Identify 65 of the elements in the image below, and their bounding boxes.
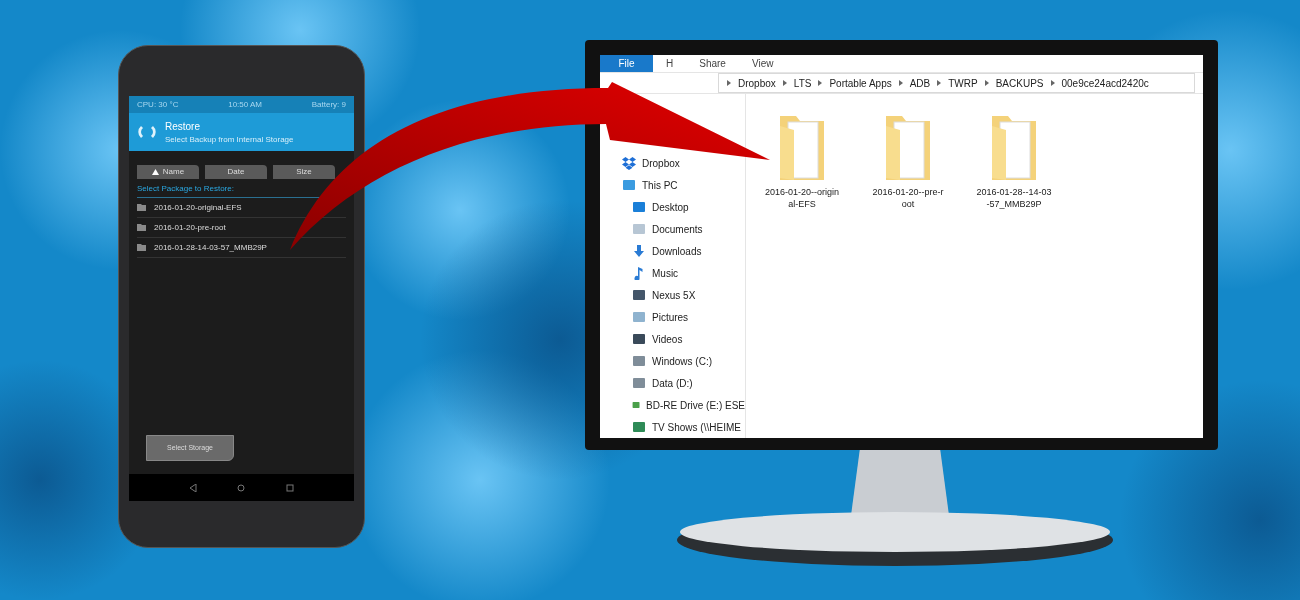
nav-item[interactable]: Dropbox (600, 152, 745, 174)
nav-item[interactable]: Desktop (600, 196, 745, 218)
package-name: 2016-01-28-14-03-57_MMB29P (154, 241, 267, 254)
nav-item[interactable]: Music (600, 262, 745, 284)
address-bar[interactable]: Dropbox LTS Portable Apps ADB TWRP BACKUPS 00e9ce24acd2420c (718, 73, 1195, 93)
status-text: 10:50 AM (228, 98, 262, 111)
ribbon-tab[interactable]: H (653, 55, 687, 72)
breadcrumb-item[interactable]: Dropbox (738, 75, 776, 91)
folder-icon (137, 224, 146, 231)
music-note-icon (632, 266, 646, 280)
nav-item[interactable]: TV Shows (\\HEIME (600, 416, 745, 438)
drive-icon (632, 354, 646, 368)
header-subtitle: Select Backup from Internal Storage (165, 133, 294, 146)
ribbon-tab[interactable]: View (738, 55, 787, 72)
drive-icon (622, 178, 636, 192)
recents-icon[interactable] (285, 483, 294, 492)
drive-icon (632, 376, 646, 390)
breadcrumb-item[interactable]: 00e9ce24acd2420c (1061, 75, 1149, 91)
drive-icon (632, 420, 646, 434)
status-text: Battery: 9 (311, 98, 346, 111)
breadcrumb-item[interactable]: LTS (793, 75, 812, 91)
sort-triangle-icon (151, 169, 159, 175)
folder-icon (137, 204, 146, 211)
breadcrumb-item[interactable]: ADB (909, 75, 931, 91)
nav-item[interactable]: Downloads (600, 240, 745, 262)
ribbon-tab[interactable]: File (600, 55, 653, 72)
status-text: CPU: 30 °C (137, 98, 179, 111)
chevron-icon (727, 80, 731, 86)
chevron-icon (937, 80, 942, 86)
breadcrumb-item[interactable]: BACKUPS (995, 75, 1044, 91)
download-arrow-icon (632, 244, 646, 258)
ribbon-tab[interactable]: Share (686, 55, 739, 72)
nav-item[interactable]: BD-RE Drive (E:) ESE (600, 394, 745, 416)
drive-icon (632, 332, 646, 346)
sort-button[interactable]: Size (273, 165, 335, 179)
chevron-icon (984, 80, 989, 86)
nav-item[interactable]: Windows (C:) (600, 350, 745, 372)
nav-item[interactable]: Videos (600, 328, 745, 350)
sort-button[interactable]: Name (137, 165, 199, 179)
drive-icon (632, 200, 646, 214)
nav-item[interactable]: Nexus 5X (600, 284, 745, 306)
chevron-icon (898, 80, 903, 86)
nav-item[interactable]: Data (D:) (600, 372, 745, 394)
drive-icon (632, 288, 646, 302)
folder-name[interactable]: 2016-01-28--14-03-57_MMB29P (976, 186, 1052, 210)
package-name: 2016-01-20-original-EFS (154, 201, 242, 214)
drive-icon (632, 222, 646, 236)
nav-item[interactable]: This PC (600, 174, 745, 196)
folder-name[interactable]: 2016-01-20--original-EFS (764, 186, 840, 210)
back-icon[interactable] (189, 483, 198, 492)
home-icon[interactable] (237, 483, 246, 492)
nav-item[interactable]: Documents (600, 218, 745, 240)
chevron-icon (1050, 80, 1055, 86)
sort-button[interactable]: Date (205, 165, 267, 179)
nav-item[interactable]: Pictures (600, 306, 745, 328)
drive-icon (632, 310, 646, 324)
header-title: Restore (165, 119, 201, 134)
chevron-icon (818, 80, 823, 86)
package-name: 2016-01-20-pre-root (154, 221, 226, 234)
box-icon (622, 156, 636, 170)
folder-icon (137, 244, 146, 251)
chevron-icon (782, 80, 787, 86)
folder-name[interactable]: 2016-01-20--pre-root (870, 186, 946, 210)
breadcrumb-item[interactable]: Portable Apps (829, 75, 892, 91)
breadcrumb-item[interactable]: TWRP (948, 75, 978, 91)
